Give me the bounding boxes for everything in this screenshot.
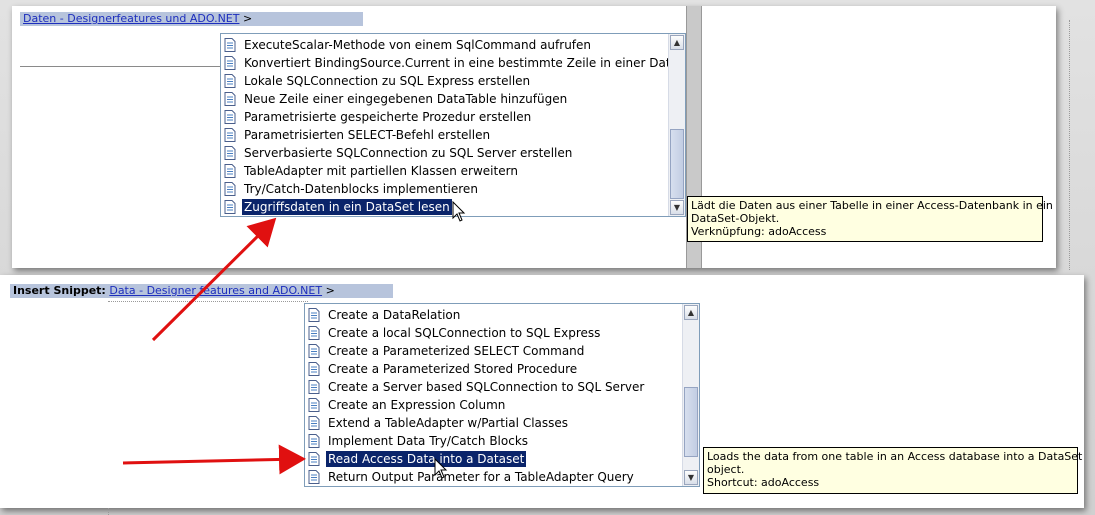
mouse-pointer-icon (452, 201, 466, 222)
annotation-arrows (122, 217, 306, 475)
mouse-pointer-icon (434, 458, 448, 479)
arrow-to-german-item (151, 217, 277, 342)
arrow-to-english-item (122, 444, 306, 475)
